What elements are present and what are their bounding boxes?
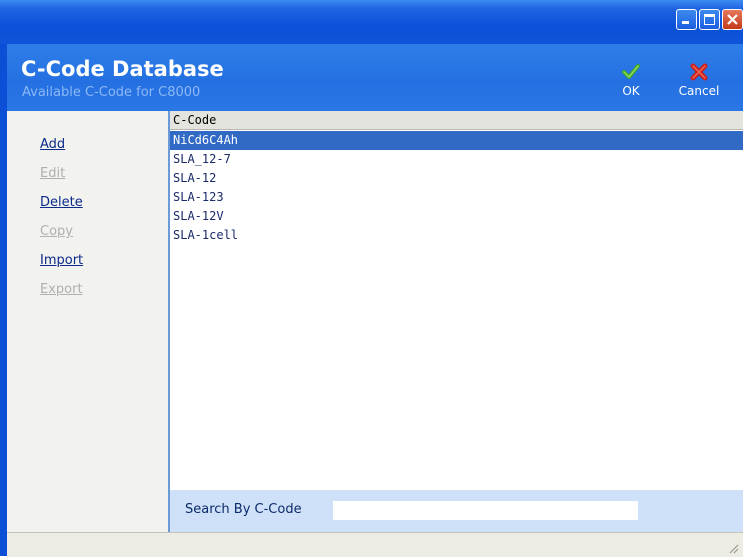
- sidebar: Add Edit Delete Copy Import Export: [7, 111, 170, 532]
- close-button[interactable]: [722, 9, 743, 30]
- minimize-button[interactable]: [676, 9, 697, 30]
- search-label: Search By C-Code: [185, 502, 302, 517]
- sidebar-item-import[interactable]: Import: [40, 253, 83, 268]
- sidebar-item-edit: Edit: [40, 166, 66, 181]
- minimize-icon: [682, 21, 689, 24]
- sidebar-item-delete[interactable]: Delete: [40, 195, 83, 210]
- list-item[interactable]: SLA-12V: [170, 207, 743, 226]
- status-bar: [7, 532, 743, 557]
- list-item[interactable]: SLA-123: [170, 188, 743, 207]
- column-header-c-code[interactable]: C-Code: [170, 111, 743, 130]
- checkmark-icon: [622, 64, 640, 79]
- cross-icon: [690, 63, 708, 81]
- list-item[interactable]: SLA_12-7: [170, 150, 743, 169]
- sidebar-item-add[interactable]: Add: [40, 137, 65, 152]
- list-item[interactable]: SLA-12: [170, 169, 743, 188]
- c-code-list-panel: C-Code NiCd6C4Ah SLA_12-7 SLA-12 SLA-123…: [170, 111, 743, 532]
- maximize-icon: [704, 14, 715, 25]
- page-subtitle: Available C-Code for C8000: [22, 85, 201, 100]
- ok-button[interactable]: OK: [606, 62, 656, 98]
- cancel-label: Cancel: [678, 84, 720, 98]
- resize-grip-icon[interactable]: [727, 542, 739, 554]
- sidebar-item-copy: Copy: [40, 224, 73, 239]
- list-item[interactable]: NiCd6C4Ah: [170, 131, 743, 150]
- search-bar: Search By C-Code: [170, 490, 743, 532]
- ok-label: OK: [622, 84, 640, 98]
- search-input[interactable]: [332, 500, 639, 521]
- sidebar-item-export: Export: [40, 282, 83, 297]
- maximize-button[interactable]: [699, 9, 720, 30]
- window-titlebar[interactable]: [0, 0, 743, 44]
- window-controls: [676, 9, 743, 30]
- cancel-button[interactable]: Cancel: [674, 62, 724, 98]
- app-header: C-Code Database Available C-Code for C80…: [7, 44, 743, 111]
- close-icon: [727, 14, 738, 25]
- list-item[interactable]: SLA-1cell: [170, 226, 743, 245]
- page-title: C-Code Database: [21, 57, 224, 81]
- window-frame-left: [0, 44, 7, 556]
